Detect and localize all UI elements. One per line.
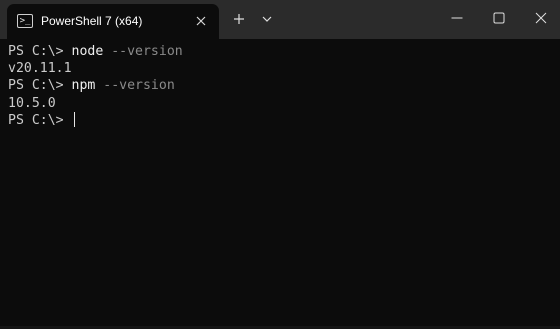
- terminal-window: >_ PowerShell 7 (x64) PS C:\> node --ver…: [0, 0, 560, 329]
- current-prompt-line[interactable]: PS C:\>: [8, 111, 560, 129]
- maximize-icon: [493, 12, 505, 24]
- output-line: v20.11.1: [8, 61, 72, 77]
- command-line: PS C:\> node --version: [8, 43, 560, 60]
- command: npm: [71, 78, 96, 94]
- tab-title: PowerShell 7 (x64): [41, 14, 143, 28]
- prompt: PS C:\>: [8, 78, 72, 94]
- maximize-button[interactable]: [476, 0, 522, 36]
- titlebar: >_ PowerShell 7 (x64): [0, 0, 560, 39]
- minimize-button[interactable]: [434, 0, 480, 36]
- prompt: PS C:\>: [8, 44, 72, 59]
- terminal-output[interactable]: PS C:\> node --version v20.11.1 PS C:\> …: [0, 39, 560, 329]
- output-line: 10.5.0: [8, 95, 56, 111]
- tab-powershell[interactable]: >_ PowerShell 7 (x64): [7, 4, 219, 39]
- prompt: PS C:\>: [8, 112, 72, 128]
- new-tab-button[interactable]: [228, 8, 250, 30]
- close-icon: [535, 12, 547, 24]
- tab-dropdown-button[interactable]: [256, 8, 278, 30]
- minimize-icon: [451, 17, 463, 19]
- powershell-icon: >_: [17, 14, 33, 28]
- command: node: [71, 44, 104, 59]
- command-line: PS C:\> npm --version: [8, 77, 560, 94]
- close-icon[interactable]: [194, 14, 208, 28]
- text-cursor: [73, 111, 76, 127]
- command-argument: --version: [95, 78, 175, 94]
- plus-icon: [234, 14, 244, 24]
- chevron-down-icon: [262, 16, 272, 22]
- close-window-button[interactable]: [518, 0, 560, 36]
- command-argument: --version: [103, 44, 183, 59]
